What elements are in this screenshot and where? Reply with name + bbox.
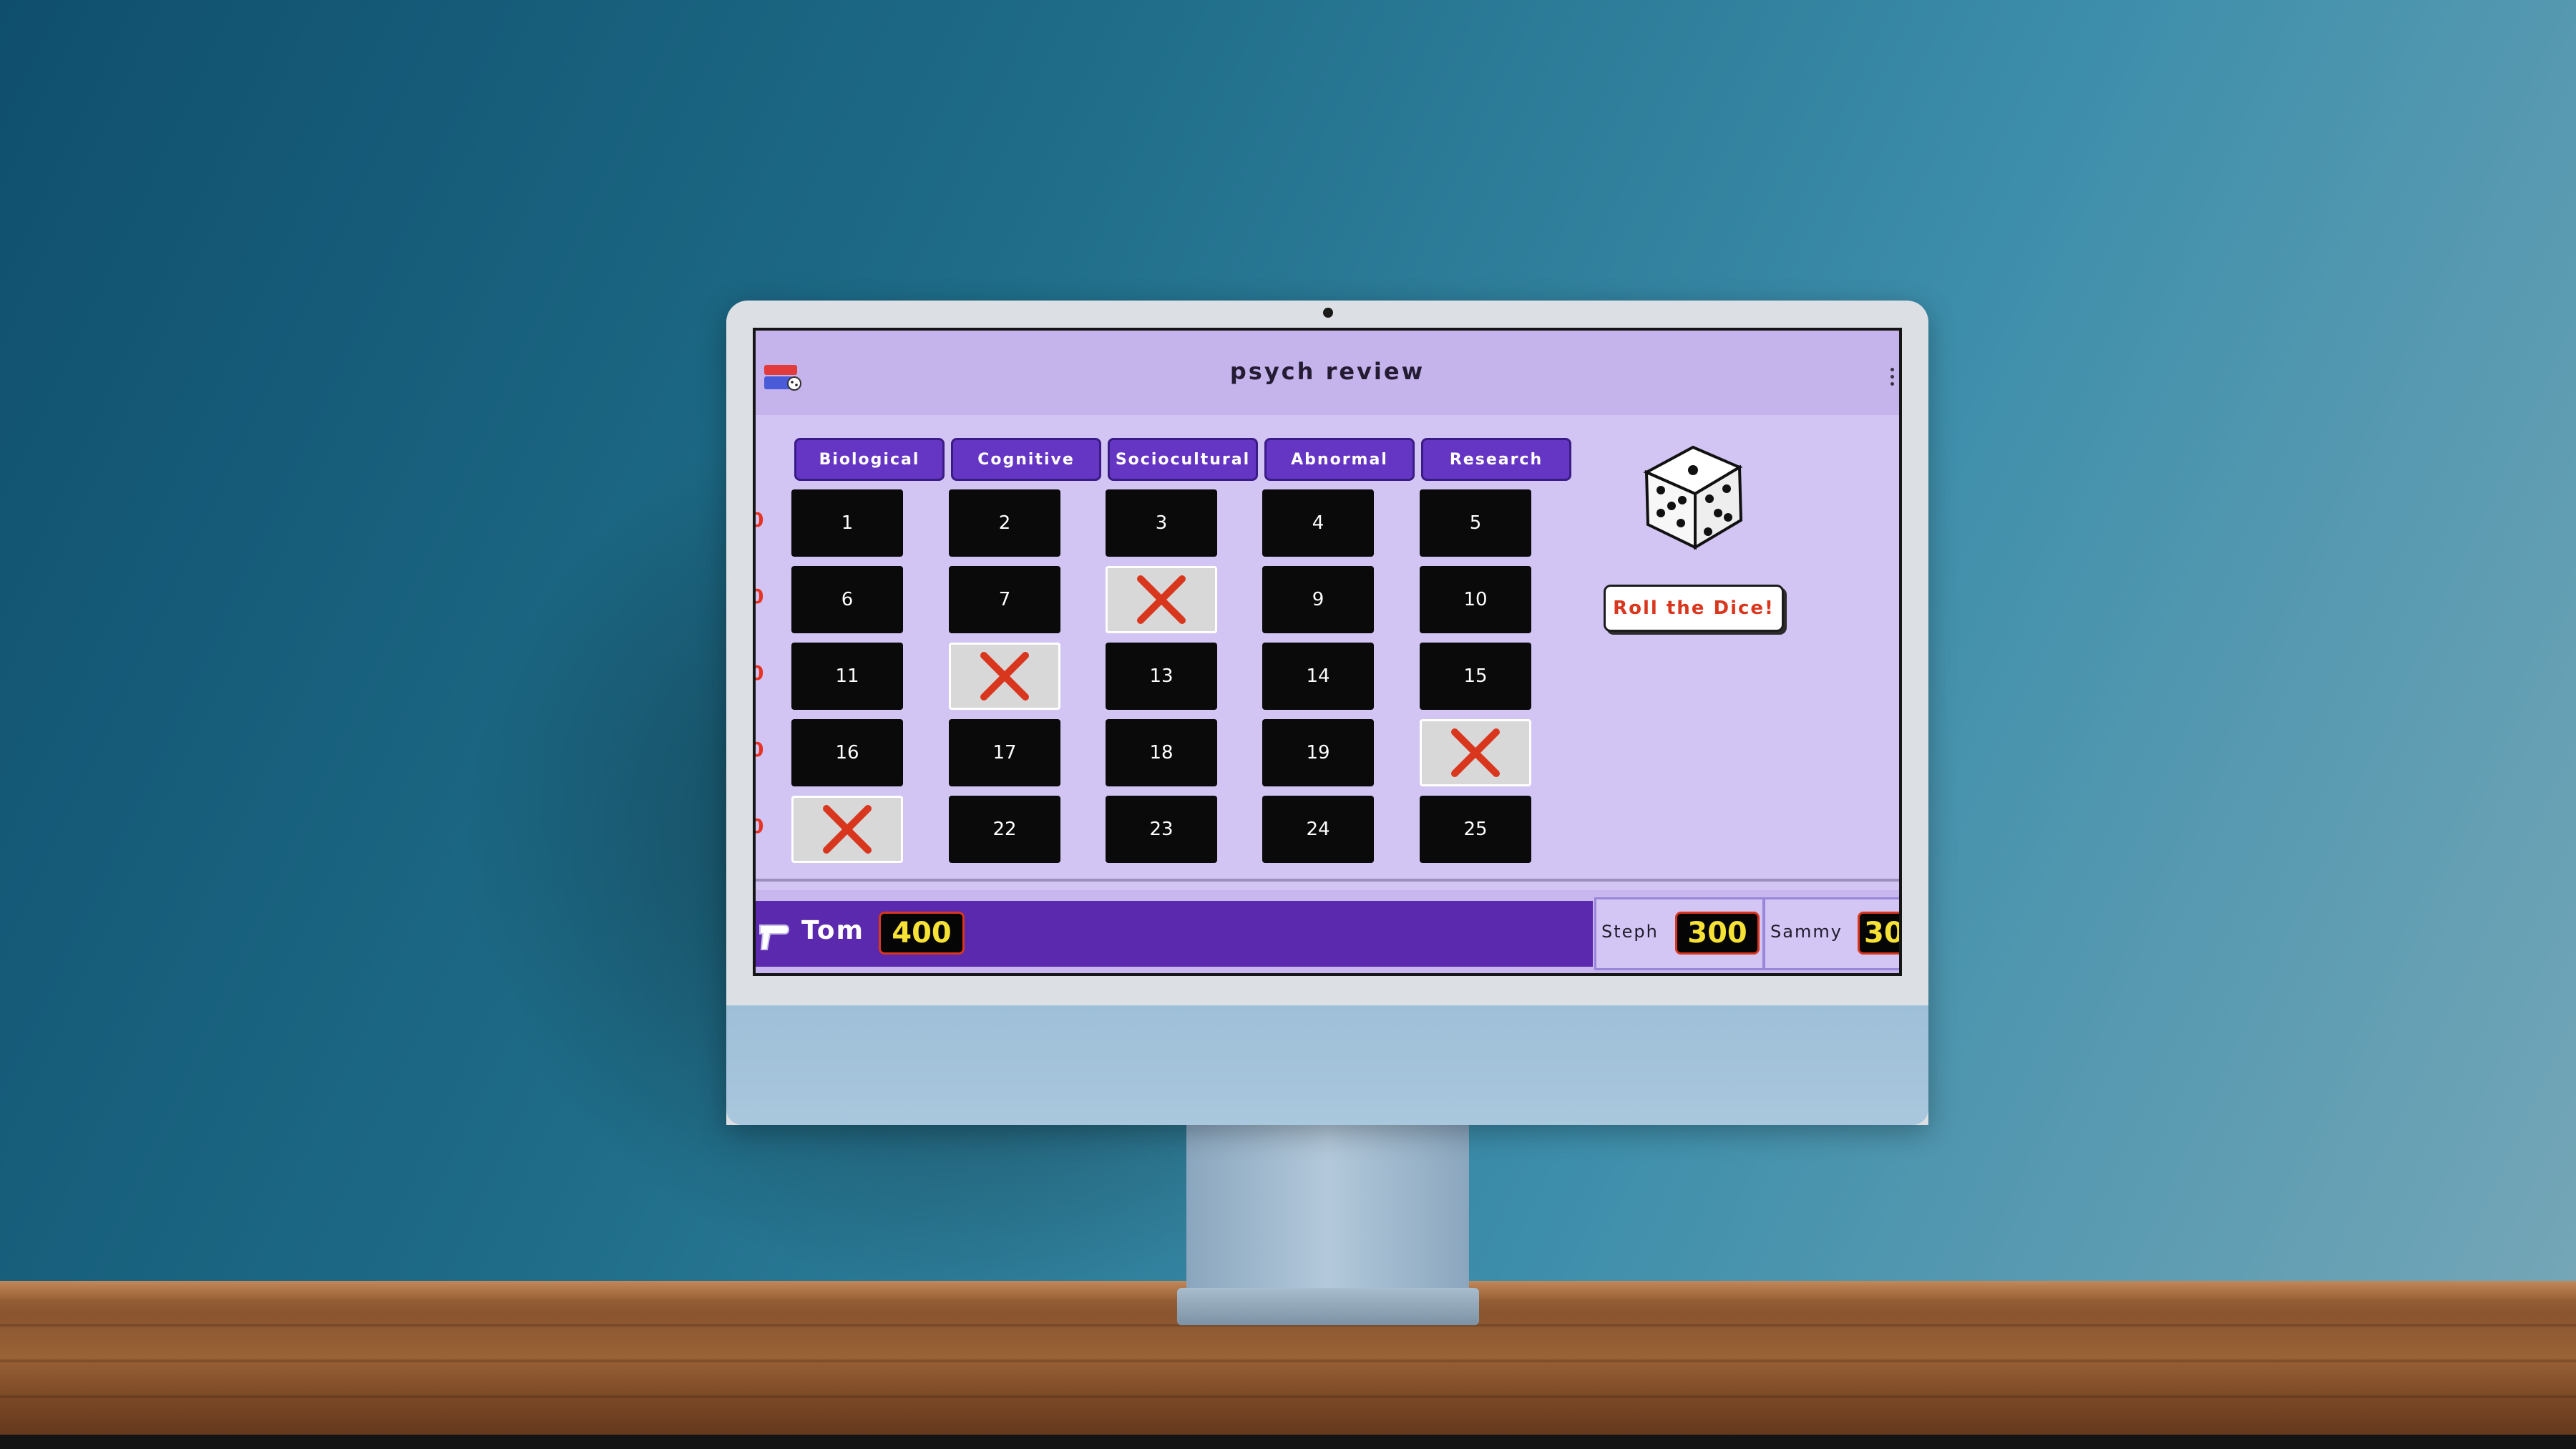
tile-number: 19 bbox=[1306, 742, 1330, 763]
question-tile[interactable]: 6 bbox=[791, 566, 903, 633]
x-mark-icon bbox=[1137, 575, 1186, 624]
row-marker: 0 bbox=[756, 814, 766, 838]
shelf-grain bbox=[0, 1395, 2576, 1398]
row-marker: 0 bbox=[756, 508, 766, 532]
tile-number: 15 bbox=[1463, 665, 1488, 687]
question-tile-used bbox=[949, 643, 1060, 710]
category-sociocultural: Sociocultural bbox=[1108, 438, 1258, 481]
player-name-sammy: Sammy bbox=[1770, 922, 1843, 942]
camera-icon bbox=[1323, 308, 1333, 318]
active-player-score: 400 bbox=[879, 912, 965, 955]
monitor-chin bbox=[726, 1005, 1928, 1125]
category-cognitive: Cognitive bbox=[951, 438, 1101, 481]
active-player-name: Tom bbox=[801, 916, 865, 945]
monitor-stand-base bbox=[1177, 1288, 1479, 1325]
row-marker: 0 bbox=[756, 738, 766, 761]
question-tile[interactable]: 23 bbox=[1106, 796, 1217, 863]
scene: psych review Biological Cognitive Socioc… bbox=[0, 0, 2576, 1449]
tile-number: 22 bbox=[992, 819, 1017, 840]
question-tile[interactable]: 4 bbox=[1262, 489, 1374, 557]
question-tile[interactable]: 14 bbox=[1262, 643, 1374, 710]
question-tile[interactable]: 19 bbox=[1262, 719, 1374, 786]
tile-number: 7 bbox=[998, 589, 1011, 610]
tile-number: 4 bbox=[1312, 512, 1324, 534]
x-mark-icon bbox=[1451, 728, 1500, 777]
question-tile[interactable]: 13 bbox=[1106, 643, 1217, 710]
question-tile[interactable]: 5 bbox=[1420, 489, 1531, 557]
player-pointer-icon bbox=[759, 924, 790, 950]
question-tile[interactable]: 11 bbox=[791, 643, 903, 710]
app-screen: psych review Biological Cognitive Socioc… bbox=[753, 328, 1902, 976]
player-name-steph: Steph bbox=[1601, 922, 1659, 942]
question-tile[interactable]: 17 bbox=[949, 719, 1060, 786]
x-mark-icon bbox=[980, 652, 1029, 701]
tile-number: 17 bbox=[992, 742, 1017, 763]
question-tile[interactable]: 3 bbox=[1106, 489, 1217, 557]
player-score-steph: 300 bbox=[1675, 912, 1760, 955]
menu-icon[interactable] bbox=[1890, 368, 1898, 391]
question-tile[interactable]: 10 bbox=[1420, 566, 1531, 633]
player-score-sammy: 30 bbox=[1858, 912, 1899, 955]
question-tile-used bbox=[1106, 566, 1217, 633]
question-tile[interactable]: 15 bbox=[1420, 643, 1531, 710]
category-abnormal: Abnormal bbox=[1264, 438, 1415, 481]
tile-number: 2 bbox=[998, 512, 1011, 534]
tile-number: 9 bbox=[1312, 589, 1324, 610]
question-tile[interactable]: 1 bbox=[791, 489, 903, 557]
question-tile[interactable]: 22 bbox=[949, 796, 1060, 863]
tile-number: 18 bbox=[1149, 742, 1174, 763]
menu-dot bbox=[1890, 382, 1894, 386]
question-tile[interactable]: 24 bbox=[1262, 796, 1374, 863]
monitor-stand bbox=[1186, 1125, 1469, 1304]
tile-number: 1 bbox=[841, 512, 854, 534]
question-tile[interactable]: 9 bbox=[1262, 566, 1374, 633]
question-tile[interactable]: 7 bbox=[949, 566, 1060, 633]
x-mark-icon bbox=[823, 805, 872, 854]
question-tile[interactable]: 18 bbox=[1106, 719, 1217, 786]
tile-number: 10 bbox=[1463, 589, 1488, 610]
question-tile[interactable]: 16 bbox=[791, 719, 903, 786]
question-tile-used bbox=[1420, 719, 1531, 786]
menu-dot bbox=[1890, 375, 1894, 379]
page-title: psych review bbox=[1229, 358, 1425, 385]
dice-icon[interactable] bbox=[1632, 433, 1757, 558]
tile-number: 5 bbox=[1469, 512, 1482, 534]
question-tile[interactable]: 2 bbox=[949, 489, 1060, 557]
divider bbox=[756, 879, 1899, 882]
row-marker: 0 bbox=[756, 661, 766, 685]
tile-number: 13 bbox=[1149, 665, 1174, 687]
category-research: Research bbox=[1421, 438, 1571, 481]
tile-number: 16 bbox=[835, 742, 859, 763]
question-tile-used bbox=[791, 796, 903, 863]
tile-number: 6 bbox=[841, 589, 854, 610]
tile-number: 23 bbox=[1149, 819, 1174, 840]
question-tile[interactable]: 25 bbox=[1420, 796, 1531, 863]
tile-number: 11 bbox=[835, 665, 859, 687]
row-marker: 0 bbox=[756, 585, 766, 608]
category-biological: Biological bbox=[794, 438, 945, 481]
roll-dice-button[interactable]: Roll the Dice! bbox=[1604, 585, 1784, 632]
tile-number: 14 bbox=[1306, 665, 1330, 687]
tile-number: 3 bbox=[1155, 512, 1168, 534]
tile-number: 25 bbox=[1463, 819, 1488, 840]
shelf-edge bbox=[0, 1435, 2576, 1449]
shelf-grain bbox=[0, 1360, 2576, 1362]
tile-number: 24 bbox=[1306, 819, 1330, 840]
menu-dot bbox=[1890, 368, 1894, 371]
